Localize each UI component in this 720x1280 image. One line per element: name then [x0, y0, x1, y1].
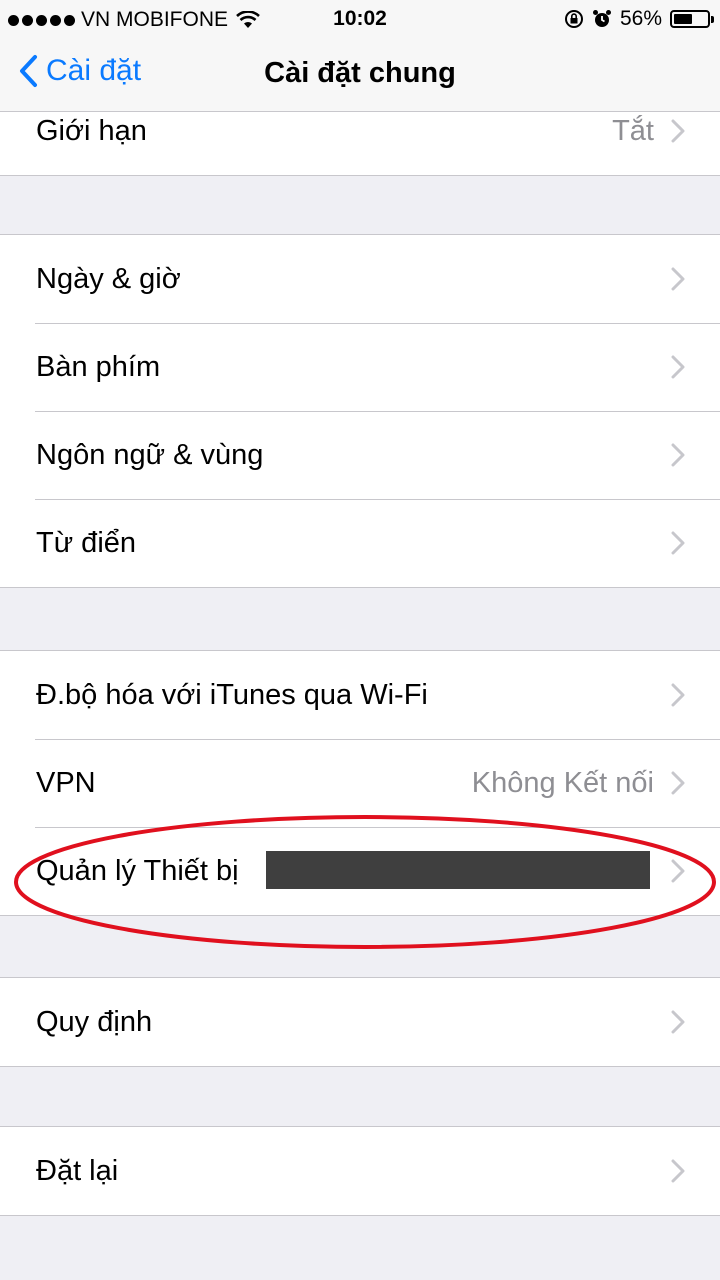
battery-icon [670, 10, 714, 28]
chevron-right-icon [671, 119, 685, 143]
settings-group-network: Đ.bộ hóa với iTunes qua Wi-Fi VPN Không … [0, 650, 720, 916]
settings-group-date-input: Ngày & giờ Bàn phím Ngôn ngữ & vùng Từ đ… [0, 234, 720, 588]
page-title: Cài đặt chung [264, 57, 456, 89]
settings-row-date-time[interactable]: Ngày & giờ [0, 235, 720, 323]
settings-row-device-management[interactable]: Quản lý Thiết bị [0, 827, 720, 915]
settings-row-itunes-wifi-sync[interactable]: Đ.bộ hóa với iTunes qua Wi-Fi [0, 651, 720, 739]
row-label: Ngày & giờ [36, 263, 181, 295]
row-label: VPN [36, 767, 96, 799]
row-label: Từ điển [36, 527, 137, 559]
chevron-right-icon [671, 267, 685, 291]
settings-row-dictionary[interactable]: Từ điển [0, 499, 720, 587]
row-label: Đặt lại [36, 1155, 119, 1187]
settings-group-reset: Đặt lại [0, 1126, 720, 1216]
chevron-right-icon [671, 1010, 685, 1034]
chevron-right-icon [671, 531, 685, 555]
chevron-right-icon [671, 443, 685, 467]
row-label: Quản lý Thiết bị [36, 855, 239, 887]
row-label: Bàn phím [36, 351, 161, 383]
chevron-right-icon [671, 1159, 685, 1183]
settings-row-keyboard[interactable]: Bàn phím [0, 323, 720, 411]
alarm-icon [592, 10, 611, 27]
settings-row-reset[interactable]: Đặt lại [0, 1127, 720, 1215]
orientation-lock-icon [564, 10, 583, 28]
status-bar-overlay: VN MOBIFONE 10:02 56% [0, 0, 720, 40]
row-label: Ngôn ngữ & vùng [36, 439, 264, 471]
row-label: Đ.bộ hóa với iTunes qua Wi-Fi [36, 679, 428, 711]
settings-row-regulatory[interactable]: Quy định [0, 978, 720, 1066]
chevron-right-icon [671, 683, 685, 707]
redacted-value-block [266, 851, 650, 889]
chevron-right-icon [671, 859, 685, 883]
settings-group-regulatory: Quy định [0, 977, 720, 1067]
row-value: Không Kết nối [471, 767, 654, 799]
settings-row-language-region[interactable]: Ngôn ngữ & vùng [0, 411, 720, 499]
battery-fill [674, 14, 692, 24]
chevron-right-icon [671, 355, 685, 379]
settings-row-vpn[interactable]: VPN Không Kết nối [0, 739, 720, 827]
row-label: Quy định [36, 1006, 153, 1038]
chevron-right-icon [671, 771, 685, 795]
status-bar-right: 56% [564, 7, 714, 31]
navigation-bar-overlay: Cài đặt Cài đặt chung [0, 40, 720, 112]
battery-percentage: 56% [619, 7, 662, 30]
